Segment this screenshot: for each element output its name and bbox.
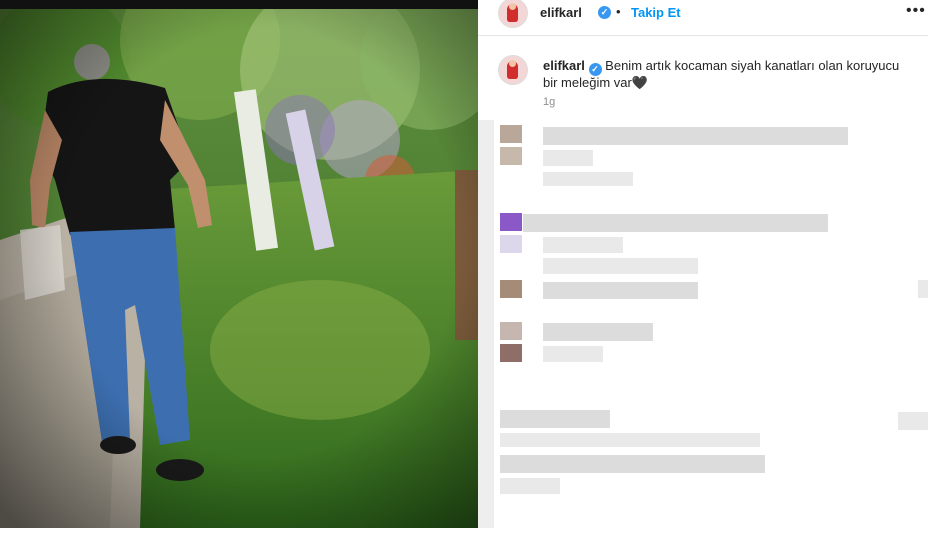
- blurred-comment-line: [500, 433, 760, 447]
- blurred-comment-line: [898, 412, 928, 430]
- blurred-comment-line: [543, 346, 603, 362]
- photo-top-strip: [0, 0, 478, 9]
- caption-username[interactable]: elifkarl: [543, 58, 585, 73]
- avatar-face: [509, 3, 516, 10]
- blurred-comment-line: [543, 127, 848, 145]
- blurred-comment-line: [500, 478, 560, 494]
- blurred-comment-line: [543, 172, 633, 186]
- blurred-comment-line: [543, 323, 653, 341]
- blurred-avatar: [500, 344, 522, 362]
- blurred-avatar: [500, 125, 522, 143]
- blurred-comment-line: [543, 258, 698, 274]
- blurred-comment-line: [500, 455, 765, 473]
- blurred-comment-line: [918, 280, 928, 298]
- header-username[interactable]: elifkarl: [540, 5, 582, 20]
- post-header: elifkarl ✓ • Takip Et •••: [478, 0, 928, 36]
- blurred-avatar: [500, 213, 522, 231]
- more-options-icon[interactable]: •••: [906, 2, 926, 20]
- blurred-comment-line: [543, 282, 698, 299]
- post-details-panel: elifkarl ✓ • Takip Et ••• elifkarl ✓ Ben…: [478, 0, 928, 528]
- blurred-comment-line: [543, 150, 593, 166]
- blurred-edge: [478, 120, 494, 528]
- blurred-comment-line: [500, 410, 610, 428]
- header-avatar[interactable]: [498, 0, 528, 28]
- post-caption: elifkarl ✓ Benim artık kocaman siyah kan…: [543, 57, 903, 91]
- verified-badge-icon: ✓: [588, 63, 602, 76]
- blurred-avatar: [500, 235, 522, 253]
- black-heart-icon: 🖤: [631, 75, 649, 90]
- blurred-avatar: [500, 280, 522, 298]
- avatar-face: [509, 60, 516, 67]
- verified-badge-icon: ✓: [598, 6, 611, 19]
- post-photo[interactable]: [0, 0, 478, 528]
- header-separator: •: [616, 4, 621, 19]
- bottom-margin: [0, 528, 928, 555]
- blurred-avatar: [500, 322, 522, 340]
- blurred-comment-line: [543, 237, 623, 253]
- blurred-avatar: [500, 147, 522, 165]
- caption-avatar[interactable]: [498, 55, 528, 85]
- post-timestamp[interactable]: 1g: [543, 96, 555, 108]
- follow-button[interactable]: Takip Et: [631, 5, 681, 20]
- park-scene-image: [0, 0, 478, 528]
- blurred-comment-line: [523, 214, 828, 232]
